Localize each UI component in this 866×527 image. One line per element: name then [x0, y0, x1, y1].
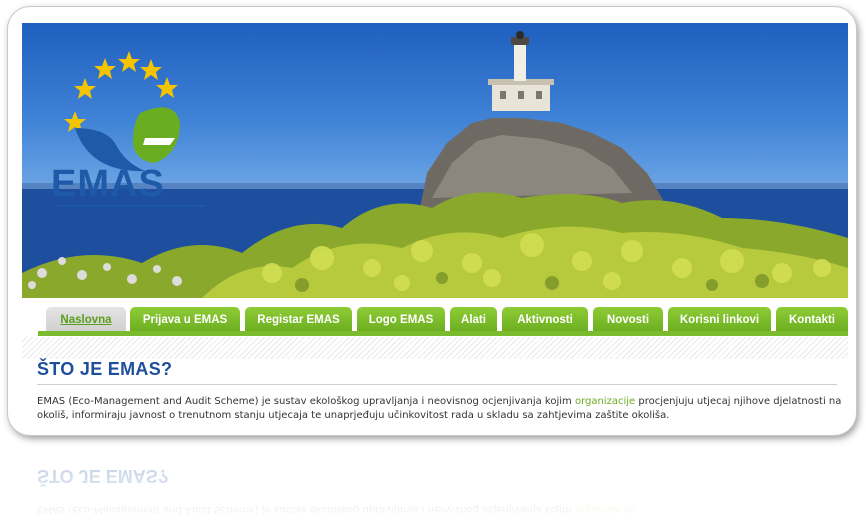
tab-korisni-linkovi[interactable]: Korisni linkovi	[668, 307, 771, 333]
tab-registar-emas[interactable]: Registar EMAS	[245, 307, 352, 333]
reflection-fade	[8, 438, 856, 527]
tab-aktivnosti[interactable]: Aktivnosti	[502, 307, 588, 333]
paragraph-text-start: EMAS (Eco-Management and Audit Scheme) j…	[37, 396, 575, 407]
logo-text: EMAS	[51, 163, 165, 205]
tab-kontakti[interactable]: Kontakti	[776, 307, 848, 333]
nav-underline	[38, 331, 848, 336]
tab-prijava-u-emas[interactable]: Prijava u EMAS	[130, 307, 240, 333]
heading-divider	[37, 384, 837, 385]
emas-logo[interactable]: EMAS	[45, 43, 210, 218]
organizacije-link[interactable]: organizacije	[575, 396, 635, 407]
page-heading: ŠTO JE EMAS?	[37, 359, 173, 379]
main-nav: Naslovna Prijava u EMAS Registar EMAS Lo…	[38, 299, 848, 336]
tab-naslovna[interactable]: Naslovna	[46, 307, 126, 333]
intro-paragraph: EMAS (Eco-Management and Audit Scheme) j…	[37, 395, 849, 425]
tab-alati[interactable]: Alati	[450, 307, 497, 333]
decorative-stripe	[22, 337, 848, 359]
page-reflection: EMAS (Eco-Management and Audit Scheme) j…	[8, 438, 856, 527]
tab-novosti[interactable]: Novosti	[593, 307, 663, 333]
tab-logo-emas[interactable]: Logo EMAS	[357, 307, 445, 333]
